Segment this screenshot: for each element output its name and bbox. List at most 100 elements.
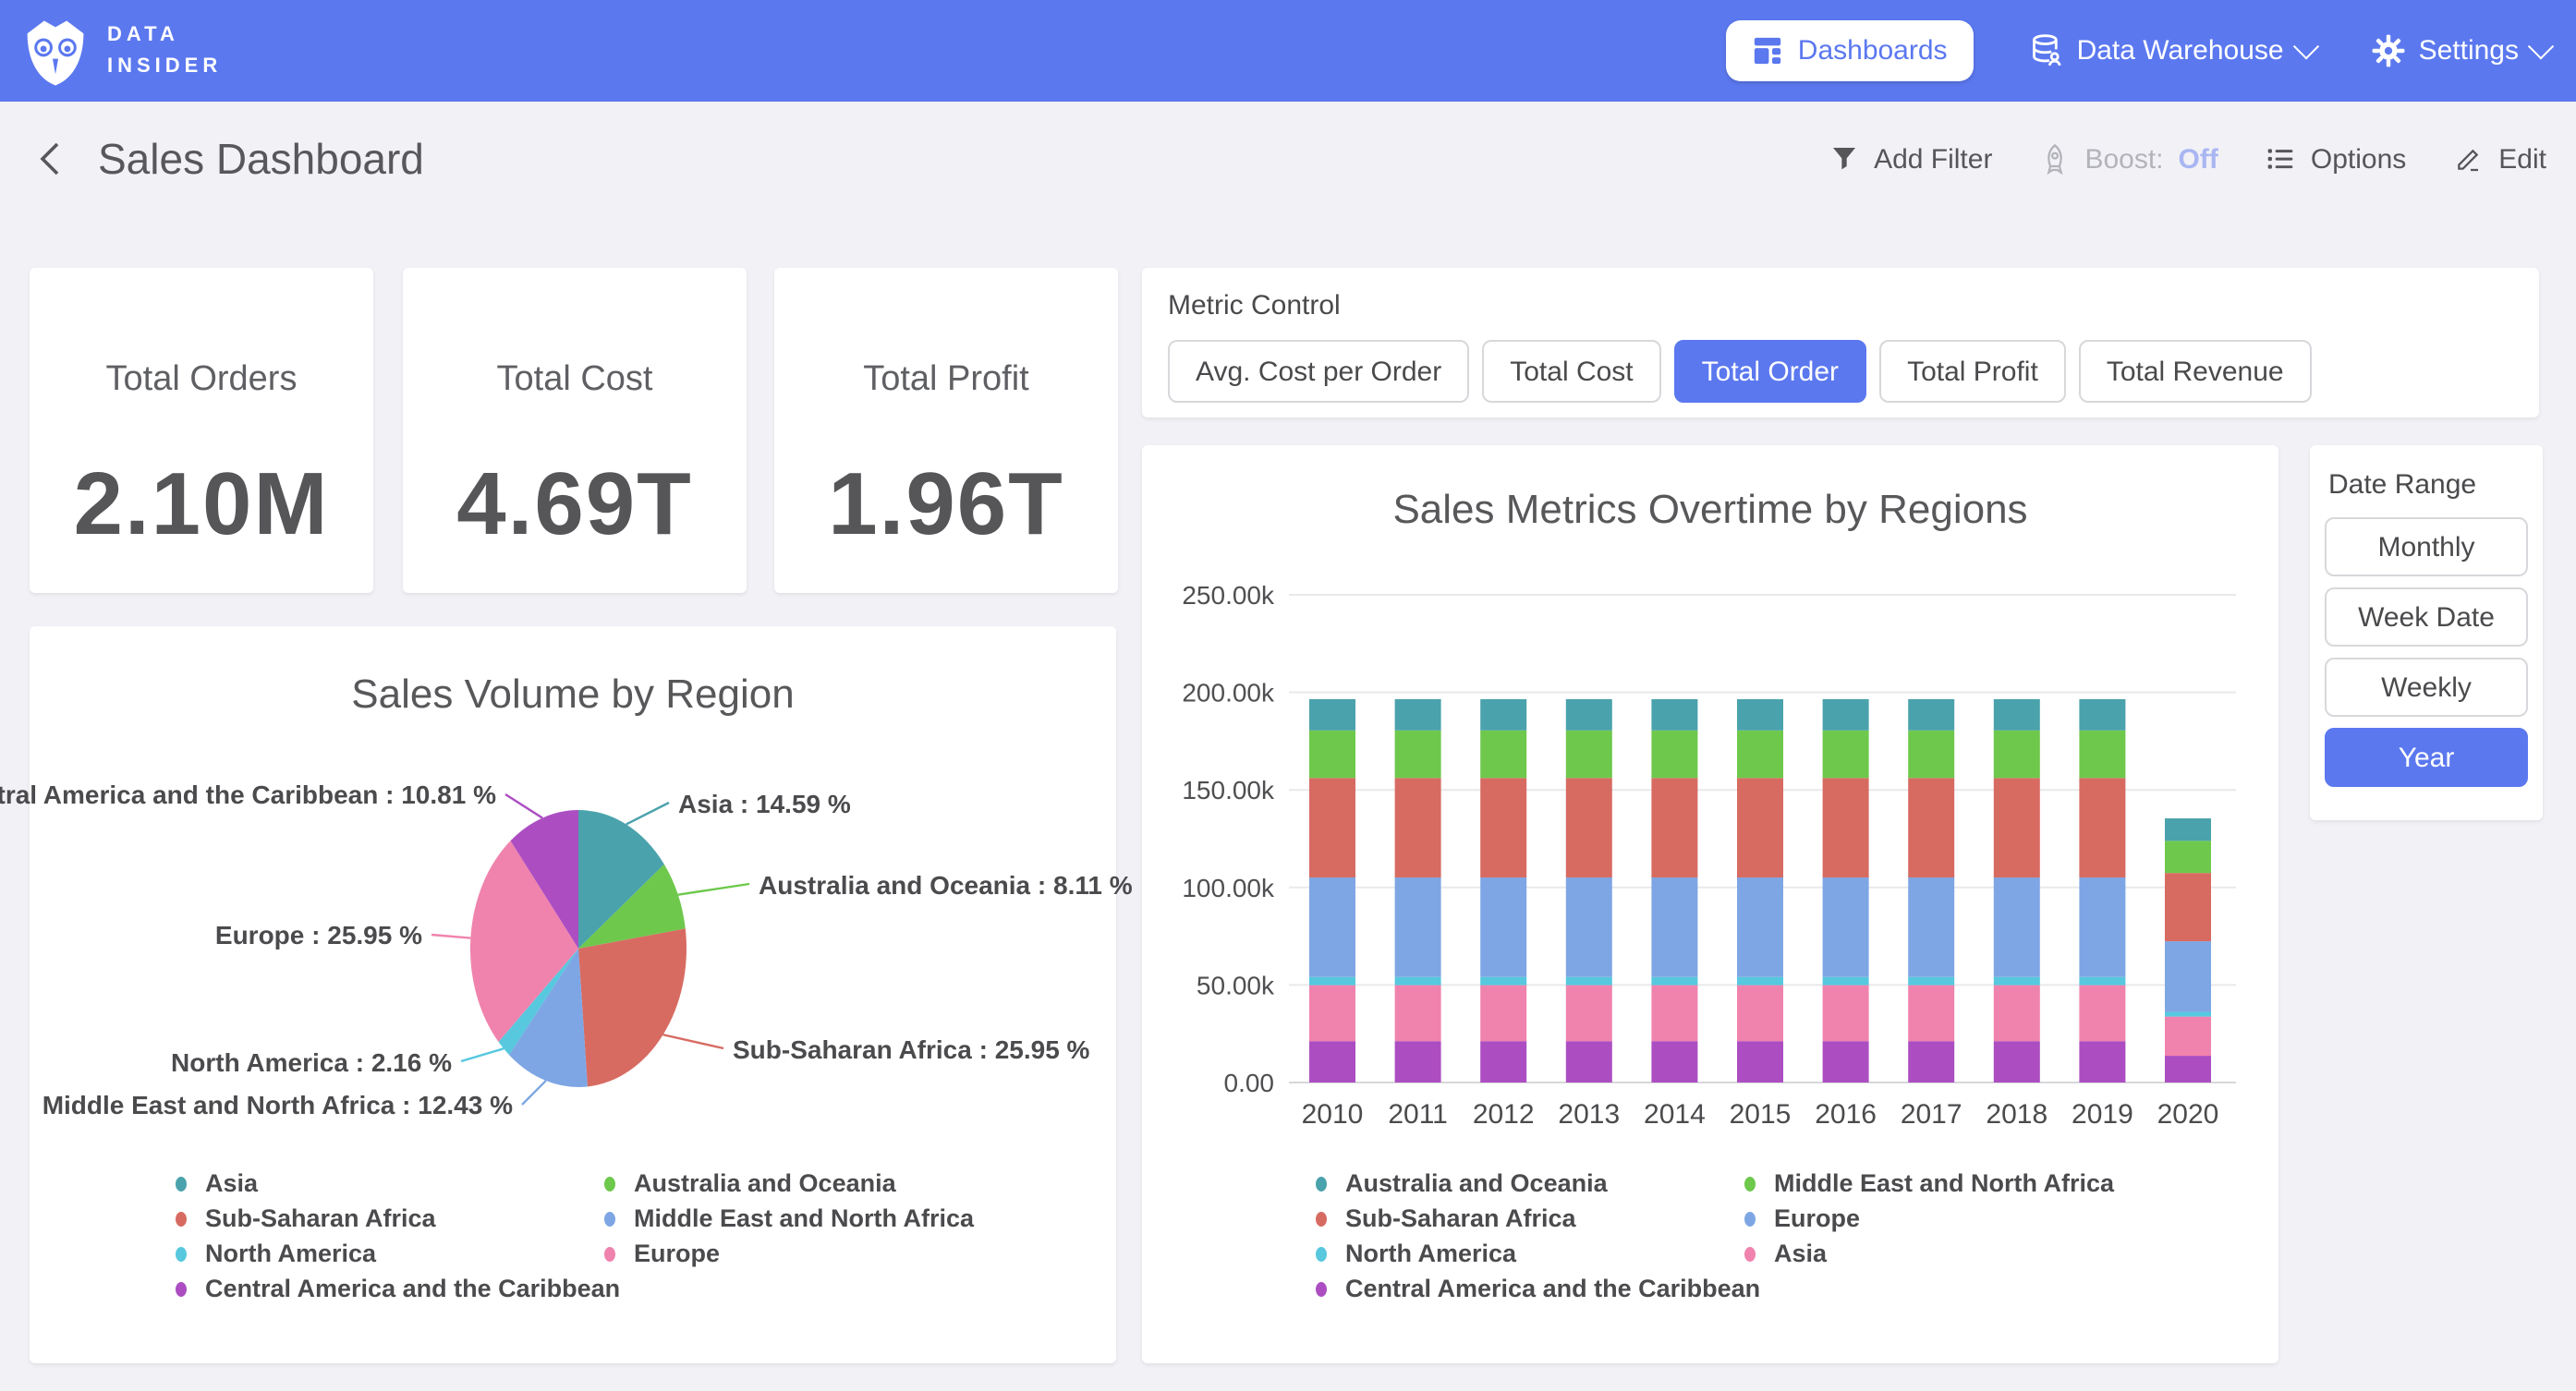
bar-segment-2012-sub-saharan-africa[interactable] — [1480, 778, 1526, 877]
bar-segment-2013-europe[interactable] — [1566, 877, 1612, 977]
edit-button[interactable]: Edit — [2454, 143, 2546, 175]
bar-segment-2011-asia[interactable] — [1395, 986, 1441, 1042]
bar-segment-2013-north-america[interactable] — [1566, 977, 1612, 986]
brand-logo[interactable]: DATA INSIDER — [20, 14, 222, 88]
metric-option-total-profit[interactable]: Total Profit — [1879, 340, 2066, 403]
bar-segment-2018-australia-and-oceania[interactable] — [1994, 699, 2040, 731]
add-filter-button[interactable]: Add Filter — [1829, 143, 1992, 175]
bar-segment-2013-asia[interactable] — [1566, 986, 1612, 1042]
nav-item-settings[interactable]: Settings — [2371, 33, 2550, 68]
bar-legend-item[interactable]: Australia and Oceania — [1316, 1166, 1760, 1201]
bar-segment-2017-central-america-and-the-caribbean[interactable] — [1908, 1041, 1954, 1083]
bar-segment-2011-central-america-and-the-caribbean[interactable] — [1395, 1041, 1441, 1083]
bar-segment-2010-europe[interactable] — [1309, 877, 1355, 977]
bar-segment-2015-north-america[interactable] — [1737, 977, 1783, 986]
metric-option-total-cost[interactable]: Total Cost — [1482, 340, 1660, 403]
bar-segment-2018-asia[interactable] — [1994, 986, 2040, 1042]
bar-segment-2019-europe[interactable] — [2079, 877, 2125, 977]
bar-segment-2019-central-america-and-the-caribbean[interactable] — [2079, 1041, 2125, 1083]
metric-option-avg-cost-per-order[interactable]: Avg. Cost per Order — [1168, 340, 1469, 403]
pie-legend-item[interactable]: Sub-Saharan Africa — [176, 1201, 620, 1236]
bar-segment-2013-central-america-and-the-caribbean[interactable] — [1566, 1041, 1612, 1083]
pie-legend-item[interactable]: Middle East and North Africa — [604, 1201, 974, 1236]
bar-segment-2014-sub-saharan-africa[interactable] — [1651, 778, 1697, 877]
bar-segment-2016-central-america-and-the-caribbean[interactable] — [1823, 1041, 1869, 1083]
bar-segment-2010-asia[interactable] — [1309, 986, 1355, 1042]
pie-legend-item[interactable]: Central America and the Caribbean — [176, 1271, 620, 1306]
bar-segment-2012-central-america-and-the-caribbean[interactable] — [1480, 1041, 1526, 1083]
bar-segment-2015-asia[interactable] — [1737, 986, 1783, 1042]
bar-segment-2019-asia[interactable] — [2079, 986, 2125, 1042]
bar-segment-2010-central-america-and-the-caribbean[interactable] — [1309, 1041, 1355, 1083]
pie-slice-sub-saharan-africa[interactable] — [578, 928, 687, 1086]
bar-segment-2010-middle-east-and-north-africa[interactable] — [1309, 731, 1355, 779]
date-range-option-weekly[interactable]: Weekly — [2325, 658, 2528, 717]
bar-segment-2012-australia-and-oceania[interactable] — [1480, 699, 1526, 731]
bar-segment-2015-central-america-and-the-caribbean[interactable] — [1737, 1041, 1783, 1083]
bar-segment-2016-asia[interactable] — [1823, 986, 1869, 1042]
bar-segment-2012-middle-east-and-north-africa[interactable] — [1480, 731, 1526, 779]
bar-segment-2010-sub-saharan-africa[interactable] — [1309, 778, 1355, 877]
bar-segment-2017-middle-east-and-north-africa[interactable] — [1908, 731, 1954, 779]
bar-segment-2018-sub-saharan-africa[interactable] — [1994, 778, 2040, 877]
bar-segment-2013-middle-east-and-north-africa[interactable] — [1566, 731, 1612, 779]
boost-toggle[interactable]: Boost:Off — [2040, 142, 2218, 175]
bar-segment-2017-sub-saharan-africa[interactable] — [1908, 778, 1954, 877]
bar-segment-2017-europe[interactable] — [1908, 877, 1954, 977]
bar-segment-2013-australia-and-oceania[interactable] — [1566, 699, 1612, 731]
date-range-option-week-date[interactable]: Week Date — [2325, 587, 2528, 647]
metric-option-total-order[interactable]: Total Order — [1674, 340, 1866, 403]
bar-segment-2015-australia-and-oceania[interactable] — [1737, 699, 1783, 731]
bar-segment-2019-middle-east-and-north-africa[interactable] — [2079, 731, 2125, 779]
bar-segment-2017-australia-and-oceania[interactable] — [1908, 699, 1954, 731]
bar-segment-2014-australia-and-oceania[interactable] — [1651, 699, 1697, 731]
bar-segment-2012-north-america[interactable] — [1480, 977, 1526, 986]
nav-item-dashboards[interactable]: Dashboards — [1726, 20, 1974, 81]
pie-legend-item[interactable]: Europe — [604, 1236, 974, 1271]
bar-segment-2014-middle-east-and-north-africa[interactable] — [1651, 731, 1697, 779]
bar-segment-2011-north-america[interactable] — [1395, 977, 1441, 986]
bar-legend-item[interactable]: Middle East and North Africa — [1744, 1166, 2114, 1201]
bar-segment-2020-asia[interactable] — [2165, 1017, 2211, 1056]
bar-legend-item[interactable]: Asia — [1744, 1236, 2114, 1271]
bar-segment-2013-sub-saharan-africa[interactable] — [1566, 778, 1612, 877]
bar-legend-item[interactable]: Sub-Saharan Africa — [1316, 1201, 1760, 1236]
bar-segment-2015-middle-east-and-north-africa[interactable] — [1737, 731, 1783, 779]
bar-segment-2016-europe[interactable] — [1823, 877, 1869, 977]
bar-segment-2020-europe[interactable] — [2165, 941, 2211, 1011]
bar-segment-2017-asia[interactable] — [1908, 986, 1954, 1042]
bar-segment-2016-middle-east-and-north-africa[interactable] — [1823, 731, 1869, 779]
bar-segment-2010-north-america[interactable] — [1309, 977, 1355, 986]
pie-legend-item[interactable]: Australia and Oceania — [604, 1166, 974, 1201]
bar-segment-2015-europe[interactable] — [1737, 877, 1783, 977]
bar-legend-item[interactable]: Central America and the Caribbean — [1316, 1271, 1760, 1306]
back-button[interactable] — [26, 135, 74, 183]
bar-segment-2016-australia-and-oceania[interactable] — [1823, 699, 1869, 731]
bar-segment-2014-north-america[interactable] — [1651, 977, 1697, 986]
bar-segment-2019-north-america[interactable] — [2079, 977, 2125, 986]
bar-segment-2019-sub-saharan-africa[interactable] — [2079, 778, 2125, 877]
bar-legend-item[interactable]: Europe — [1744, 1201, 2114, 1236]
pie-legend-item[interactable]: North America — [176, 1236, 620, 1271]
pie-legend-item[interactable]: Asia — [176, 1166, 620, 1201]
bar-segment-2012-asia[interactable] — [1480, 986, 1526, 1042]
bar-segment-2014-europe[interactable] — [1651, 877, 1697, 977]
bar-segment-2020-north-america[interactable] — [2165, 1012, 2211, 1017]
bar-segment-2012-europe[interactable] — [1480, 877, 1526, 977]
bar-segment-2016-sub-saharan-africa[interactable] — [1823, 778, 1869, 877]
bar-segment-2020-middle-east-and-north-africa[interactable] — [2165, 841, 2211, 873]
bar-segment-2020-sub-saharan-africa[interactable] — [2165, 873, 2211, 941]
date-range-option-monthly[interactable]: Monthly — [2325, 517, 2528, 576]
bar-segment-2011-sub-saharan-africa[interactable] — [1395, 778, 1441, 877]
bar-segment-2018-middle-east-and-north-africa[interactable] — [1994, 731, 2040, 779]
bar-segment-2017-north-america[interactable] — [1908, 977, 1954, 986]
options-button[interactable]: Options — [2266, 143, 2406, 175]
bar-segment-2020-australia-and-oceania[interactable] — [2165, 818, 2211, 841]
bar-segment-2010-australia-and-oceania[interactable] — [1309, 699, 1355, 731]
bar-segment-2018-north-america[interactable] — [1994, 977, 2040, 986]
bar-segment-2018-central-america-and-the-caribbean[interactable] — [1994, 1041, 2040, 1083]
bar-segment-2020-central-america-and-the-caribbean[interactable] — [2165, 1056, 2211, 1083]
bar-segment-2011-middle-east-and-north-africa[interactable] — [1395, 731, 1441, 779]
bar-segment-2018-europe[interactable] — [1994, 877, 2040, 977]
bar-segment-2014-central-america-and-the-caribbean[interactable] — [1651, 1041, 1697, 1083]
